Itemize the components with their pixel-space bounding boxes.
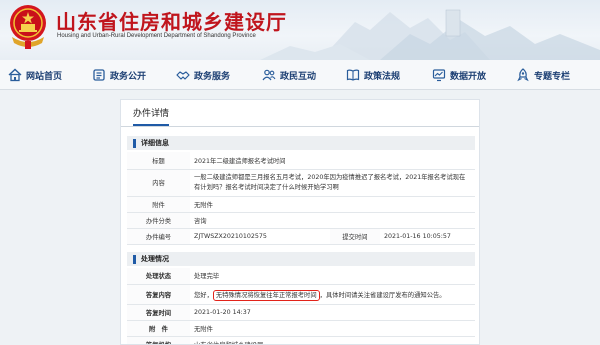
attachment-value: 无附件	[190, 196, 475, 213]
field-label: 答复时间	[127, 304, 190, 321]
table-row: 附 件 无附件	[127, 320, 475, 337]
field-label: 答复内容	[127, 284, 190, 305]
nav-item-home[interactable]: 网站首页	[8, 60, 62, 90]
table-row: 答复机构 山东省住房和城乡建设厅	[127, 336, 475, 344]
agency-value: 山东省住房和城乡建设厅	[190, 336, 475, 344]
field-label: 办件分类	[127, 212, 190, 229]
book-icon	[346, 69, 360, 81]
site-subtitle: Housing and Urban-Rural Development Depa…	[57, 33, 256, 39]
table-row: 答复内容 您好， 无特殊情况将恢复往年正常报考时间 ，具体时间请关注省建设厅发布的通…	[127, 284, 475, 305]
content-value: 一般二级建造师都是三月报名五月考试，2020年因为疫情推迟了报名考试，2021年…	[190, 169, 475, 197]
field-label: 答复机构	[127, 336, 190, 344]
chart-icon	[432, 69, 446, 82]
reply-prefix: 您好，	[194, 291, 213, 299]
nav-item-open-data[interactable]: 数据开放	[432, 60, 486, 90]
case-number-value: ZJTWSZX20210102575	[190, 228, 330, 245]
mountain-landscape-decoration	[260, 9, 600, 60]
panel-title: 办件详情	[133, 106, 170, 126]
case-detail-panel: 办件详情 详细信息 标题 2021年二级建造师报名考试时间 内容 一般二级建造师…	[120, 99, 480, 345]
table-row: 答复时间 2021-01-20 14:37	[127, 304, 475, 321]
table-row: 标题 2021年二级建造师报名考试时间	[127, 152, 475, 170]
site-title[interactable]: 山东省住房和城乡建设厅	[56, 6, 287, 35]
table-row: 处理状态 处理完毕	[127, 268, 475, 285]
field-label: 办件编号	[127, 228, 190, 245]
processing-table: 处理状态 处理完毕 答复内容 您好， 无特殊情况将恢复往年正常报考时间 ，具体时间请…	[127, 268, 475, 344]
panel-title-bar: 办件详情	[121, 100, 479, 127]
field-label: 提交时间	[329, 228, 380, 245]
building-icon	[93, 69, 105, 81]
site-header: 山东省住房和城乡建设厅 Housing and Urban-Rural Deve…	[0, 0, 600, 60]
field-label: 处理状态	[127, 268, 190, 285]
nav-item-government-services[interactable]: 政务服务	[176, 60, 230, 90]
nav-item-government-affairs[interactable]: 政务公开	[92, 60, 146, 90]
national-emblem-icon	[10, 5, 46, 49]
section-title: 详细信息	[141, 139, 169, 147]
table-row: 办件编号 ZJTWSZX20210102575 提交时间 2021-01-16 …	[127, 228, 475, 245]
details-table: 标题 2021年二级建造师报名考试时间 内容 一般二级建造师都是三月报名五月考试…	[127, 152, 475, 245]
nav-label: 政务服务	[194, 71, 231, 82]
details-section-header: 详细信息	[127, 136, 475, 150]
people-icon	[262, 69, 276, 81]
reply-content: 您好， 无特殊情况将恢复往年正常报考时间 ，具体时间请关注省建设厅发布的通知公告。	[190, 284, 475, 305]
nav-label: 政务公开	[110, 71, 147, 82]
nav-label: 政策法规	[364, 71, 401, 82]
main-nav: 网站首页 政务公开 政务服务 政民互动 政策法规 数据开放 专题专栏	[0, 60, 600, 90]
section-marker	[133, 254, 136, 264]
nav-item-special-topics[interactable]: 专题专栏	[516, 60, 570, 90]
section-title: 处理情况	[141, 255, 169, 263]
nav-label: 专题专栏	[534, 71, 571, 82]
field-label: 标题	[127, 152, 190, 170]
field-label: 内容	[127, 169, 190, 197]
nav-label: 数据开放	[450, 71, 487, 82]
reply-highlight: 无特殊情况将恢复往年正常报考时间	[212, 289, 320, 301]
table-row: 附件 无附件	[127, 196, 475, 213]
nav-item-policies-regulations[interactable]: 政策法规	[346, 60, 400, 90]
home-icon	[8, 68, 22, 82]
reply-time-value: 2021-01-20 14:37	[190, 304, 475, 321]
handshake-icon	[176, 71, 190, 80]
reply-suffix: ，具体时间请关注省建设厅发布的通知公告。	[319, 291, 446, 299]
category-value: 咨询	[190, 212, 475, 229]
status-value: 处理完毕	[190, 268, 475, 285]
submit-time-value: 2021-01-16 10:05:57	[379, 228, 475, 245]
processing-section-header: 处理情况	[127, 252, 475, 266]
nav-label: 政民互动	[280, 71, 317, 82]
nav-item-public-interaction[interactable]: 政民互动	[262, 60, 316, 90]
field-label: 附件	[127, 196, 190, 213]
table-row: 办件分类 咨询	[127, 212, 475, 229]
title-value: 2021年二级建造师报名考试时间	[190, 152, 475, 170]
nav-label: 网站首页	[26, 71, 63, 82]
rocket-icon	[517, 68, 529, 82]
field-label: 附 件	[127, 320, 190, 337]
reply-attachment-value: 无附件	[190, 320, 475, 337]
table-row: 内容 一般二级建造师都是三月报名五月考试，2020年因为疫情推迟了报名考试，20…	[127, 169, 475, 197]
section-marker	[133, 138, 136, 148]
